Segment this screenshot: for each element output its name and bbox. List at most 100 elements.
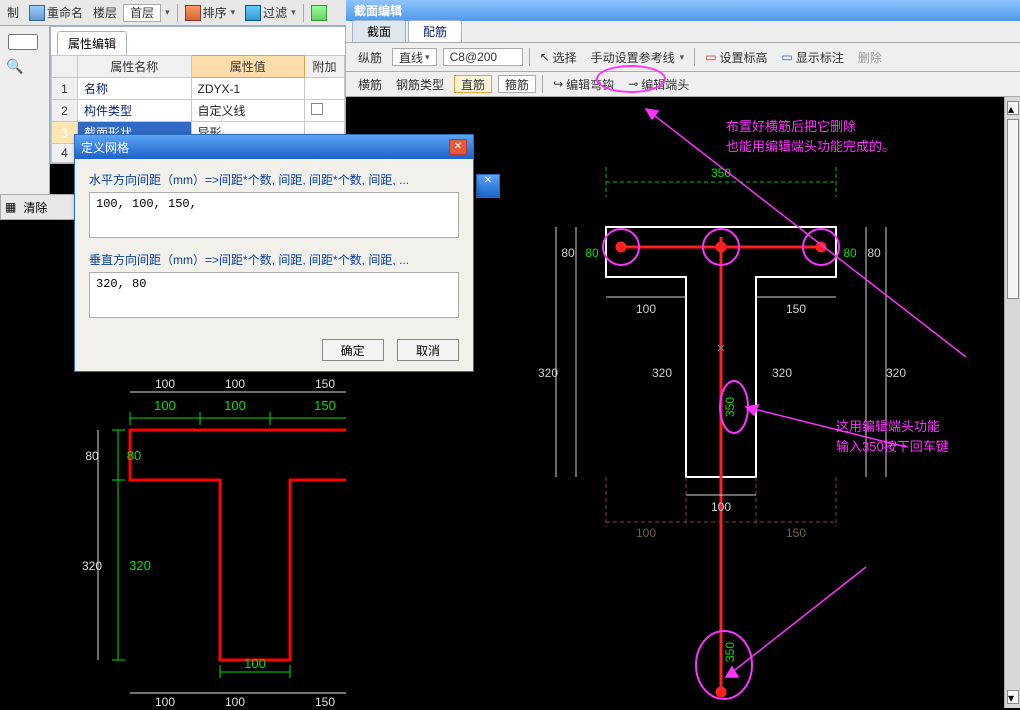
rebar-type-label: 钢筋类型	[392, 75, 448, 94]
dialog-titlebar[interactable]: 定义网格 ✕	[75, 135, 473, 159]
rename-icon	[29, 5, 45, 21]
editor-tabs: 截面 配筋	[346, 21, 1020, 43]
main-toolbar: 制 重命名 楼层 首层 排序 过滤	[0, 0, 346, 26]
svg-text:80: 80	[585, 246, 599, 260]
table-row[interactable]: 2 构件类型 自定义线	[52, 100, 345, 122]
rename-button[interactable]: 重命名	[26, 3, 86, 22]
svg-text:100: 100	[154, 398, 176, 413]
svg-text:100: 100	[225, 695, 245, 709]
search-icon: 🔍	[6, 58, 23, 74]
col-name[interactable]: 属性名称	[78, 56, 192, 78]
copy-button[interactable]	[308, 4, 330, 22]
vertical-scrollbar[interactable]: ▴ ▾	[1004, 97, 1020, 708]
v-spacing-label: 垂直方向间距（mm）=>间距*个数, 间距, 间距*个数, 间距, ...	[89, 251, 459, 268]
scroll-up-icon[interactable]: ▴	[1007, 101, 1019, 115]
main-rebar-label: 纵筋	[354, 48, 386, 67]
filter-button[interactable]: 过滤	[242, 3, 299, 22]
svg-text:80: 80	[843, 246, 857, 260]
tab-section[interactable]: 截面	[352, 20, 406, 42]
cursor-icon: ↖	[540, 50, 550, 64]
edit-end-button[interactable]: ⊸ 编辑端头	[624, 75, 693, 94]
set-elevation-button[interactable]: ▭ 设置标高	[701, 48, 771, 67]
col-value[interactable]: 属性值	[191, 56, 305, 78]
sort-icon	[185, 5, 201, 21]
toolbar-separator	[177, 4, 178, 22]
svg-text:100: 100	[636, 302, 656, 316]
cancel-button[interactable]: 取消	[397, 339, 459, 361]
scroll-down-icon[interactable]: ▾	[1007, 690, 1019, 704]
sort-button[interactable]: 排序	[182, 3, 239, 22]
straight-rebar-button[interactable]: 直筋	[454, 75, 492, 93]
close-icon[interactable]: ✕	[449, 139, 467, 155]
svg-text:80: 80	[127, 448, 141, 463]
main-rebar-type-dropdown[interactable]: 直线	[392, 48, 437, 66]
svg-text:100: 100	[225, 377, 245, 391]
editor-toolbar-row1: 纵筋 直线 C8@200 ↖ 选择 手动设置参考线 ▭ 设置标高 ▭ 显示标注 …	[346, 43, 1020, 72]
svg-text:320: 320	[129, 558, 151, 573]
editor-toolbar-row2: 横筋 钢筋类型 直筋 箍筋 ↪ 编辑弯钩 ⊸ 编辑端头	[346, 72, 1020, 97]
svg-text:320: 320	[538, 366, 558, 380]
dialog-title: 定义网格	[81, 139, 129, 156]
filter-icon	[245, 5, 261, 21]
delete-button[interactable]: 删除	[854, 48, 886, 67]
sort-label: 排序	[203, 4, 227, 21]
svg-text:350: 350	[723, 397, 737, 417]
tab-rebar[interactable]: 配筋	[408, 20, 462, 42]
h-spacing-label: 水平方向间距（mm）=>间距*个数, 间距, 间距*个数, 间距, ...	[89, 171, 459, 188]
property-tab[interactable]: 属性编辑	[57, 31, 127, 55]
svg-text:80: 80	[561, 246, 575, 260]
pane-icon: ▦	[5, 200, 16, 214]
elevation-icon: ▭	[705, 50, 716, 64]
copy-ctrl-button[interactable]: 制	[4, 3, 22, 22]
rebar-spec-input[interactable]: C8@200	[443, 48, 523, 66]
svg-text:100: 100	[711, 500, 731, 514]
mini-toolbar: ▦ 清除	[0, 194, 80, 220]
hidden-dialog-close-icon[interactable]: ✕	[476, 174, 500, 198]
end-icon: ⊸	[628, 77, 638, 91]
define-grid-dialog: 定义网格 ✕ 水平方向间距（mm）=>间距*个数, 间距, 间距*个数, 间距,…	[74, 134, 474, 372]
svg-text:320: 320	[886, 366, 906, 380]
table-corner	[52, 56, 78, 78]
editor-title[interactable]: 截面编辑	[346, 0, 1020, 21]
toolbar-separator	[303, 4, 304, 22]
copy-icon	[311, 5, 327, 21]
svg-text:150: 150	[786, 526, 806, 540]
svg-text:320: 320	[652, 366, 672, 380]
label-icon: ▭	[782, 50, 793, 64]
trans-rebar-label: 横筋	[354, 75, 386, 94]
svg-text:80: 80	[85, 449, 99, 463]
svg-text:150: 150	[786, 302, 806, 316]
hook-icon: ↪	[553, 77, 563, 91]
show-label-button[interactable]: ▭ 显示标注	[778, 48, 848, 67]
svg-text:100: 100	[155, 377, 175, 391]
manual-refline-button[interactable]: 手动设置参考线	[587, 48, 689, 67]
svg-text:100: 100	[244, 656, 266, 671]
checkbox-icon	[311, 103, 323, 115]
svg-text:350: 350	[723, 642, 737, 662]
col-extra[interactable]: 附加	[305, 56, 345, 78]
svg-text:320: 320	[82, 559, 102, 573]
rename-label: 重命名	[47, 4, 83, 21]
scroll-thumb[interactable]	[1007, 119, 1019, 299]
table-row[interactable]: 1 名称 ZDYX-1	[52, 78, 345, 100]
svg-text:150: 150	[315, 377, 335, 391]
svg-text:100: 100	[224, 398, 246, 413]
svg-text:320: 320	[772, 366, 792, 380]
floor-dropdown[interactable]: 楼层 首层	[90, 3, 173, 23]
svg-text:150: 150	[315, 695, 335, 709]
filter-label: 过滤	[263, 4, 287, 21]
floor-label: 楼层	[93, 4, 117, 21]
stirrup-button[interactable]: 箍筋	[498, 75, 536, 93]
select-button[interactable]: ↖ 选择	[536, 48, 581, 67]
v-spacing-input[interactable]: 320, 80	[89, 272, 459, 318]
ok-button[interactable]: 确定	[322, 339, 384, 361]
floor-value: 首层	[123, 4, 161, 22]
svg-text:100: 100	[636, 526, 656, 540]
edit-hook-button[interactable]: ↪ 编辑弯钩	[549, 75, 618, 94]
svg-text:100: 100	[155, 695, 175, 709]
svg-text:150: 150	[314, 398, 336, 413]
h-spacing-input[interactable]: 100, 100, 150,	[89, 192, 459, 238]
clear-button[interactable]: 清除	[20, 198, 50, 217]
svg-text:80: 80	[867, 246, 881, 260]
search-input[interactable]	[8, 34, 38, 50]
